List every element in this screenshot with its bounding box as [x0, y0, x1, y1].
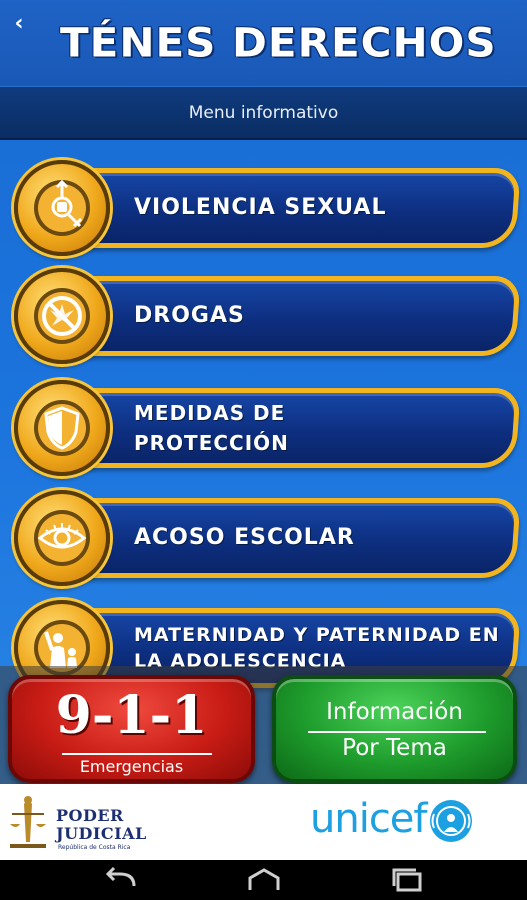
gender-fist-icon: [14, 160, 110, 256]
poder-judicial-logo: PODER JUDICIAL República de Costa Rica: [6, 794, 146, 852]
menu-item-violencia-sexual[interactable]: VIOLENCIA SEXUAL: [10, 156, 522, 260]
home-icon[interactable]: [244, 866, 284, 894]
pj-line1: PODER: [56, 806, 124, 825]
info-button-line1: Información: [326, 699, 463, 725]
emergency-label: Emergencias: [79, 757, 184, 776]
no-drugs-icon: [14, 268, 110, 364]
divider: [308, 731, 486, 733]
info-by-topic-button[interactable]: Información Por Tema: [272, 675, 517, 783]
menu-bar: Menu informativo: [0, 86, 527, 140]
emergency-number: 9-1-1: [55, 685, 208, 746]
divider: [62, 753, 212, 755]
menu-bar-title: Menu informativo: [188, 103, 339, 123]
info-button-line2: Por Tema: [342, 735, 447, 761]
app-title: TÉNES DERECHOS: [60, 19, 497, 66]
menu-item-label: MEDIDAS DE PROTECCIÓN: [134, 401, 289, 455]
app-header: ‹ TÉNES DERECHOS: [0, 0, 527, 86]
menu-item-label: DROGAS: [134, 303, 245, 328]
menu-item-acoso-escolar[interactable]: ACOSO ESCOLAR: [10, 486, 522, 590]
unicef-globe-icon: [430, 800, 472, 842]
eye-icon: [14, 490, 110, 586]
menu-item-drogas[interactable]: DROGAS: [10, 264, 522, 368]
pj-line2: JUDICIAL: [56, 824, 147, 843]
shield-icon: [14, 380, 110, 476]
footer: PODER JUDICIAL República de Costa Rica u…: [0, 784, 527, 860]
unicef-logo-text: unicef: [310, 796, 427, 842]
menu-item-label: VIOLENCIA SEXUAL: [134, 195, 387, 220]
menu-item-medidas-proteccion[interactable]: MEDIDAS DE PROTECCIÓN: [10, 376, 522, 480]
menu-item-label: ACOSO ESCOLAR: [134, 525, 355, 550]
system-nav-bar: [0, 860, 527, 900]
recent-apps-icon[interactable]: [388, 866, 428, 894]
back-icon[interactable]: [100, 866, 140, 894]
pj-line3: República de Costa Rica: [58, 844, 131, 851]
emergency-button[interactable]: 9-1-1 Emergencias: [8, 675, 255, 783]
back-arrow-icon[interactable]: ‹: [8, 10, 30, 38]
